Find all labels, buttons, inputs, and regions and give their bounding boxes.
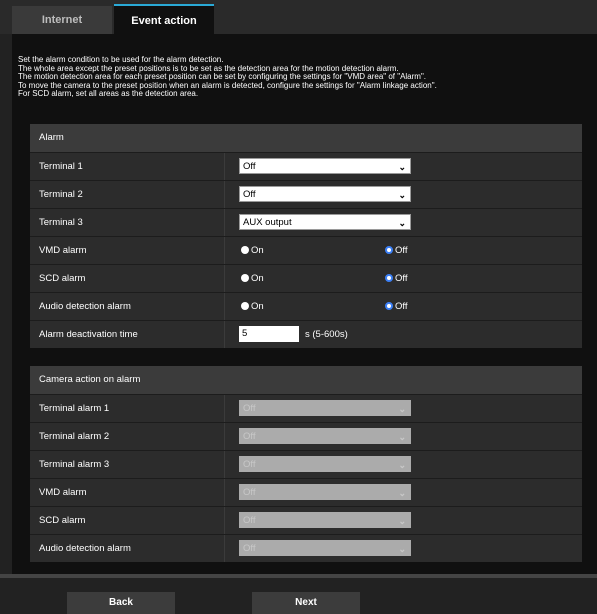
tab-event-action[interactable]: Event action <box>114 4 214 36</box>
chevron-down-icon: ⌄ <box>398 218 406 228</box>
deactivation-time-input[interactable]: 5 <box>239 326 299 342</box>
camera-audio-label: Audio detection alarm <box>30 535 224 562</box>
vmd-alarm-label: VMD alarm <box>30 237 224 264</box>
radio-checked-icon <box>385 274 393 282</box>
alarm-section: Alarm Terminal 1 Off ⌄ Terminal 2 Off ⌄ … <box>30 124 582 348</box>
terminal3-row: Terminal 3 AUX output ⌄ <box>30 209 582 237</box>
camera-action-section: Camera action on alarm Terminal alarm 1 … <box>30 366 582 562</box>
audio-alarm-row: Audio detection alarm On Off <box>30 293 582 321</box>
chevron-down-icon: ⌄ <box>398 516 406 526</box>
audio-alarm-on-radio[interactable]: On <box>241 301 264 313</box>
back-button[interactable]: Back <box>67 592 175 614</box>
alarm-section-title: Alarm <box>30 124 582 153</box>
camera-audio-select: Off ⌄ <box>239 540 411 556</box>
radio-label: On <box>251 273 264 284</box>
radio-label: Off <box>395 245 408 256</box>
terminal-alarm2-select: Off ⌄ <box>239 428 411 444</box>
terminal-alarm2-row: Terminal alarm 2 Off ⌄ <box>30 423 582 451</box>
intro-line: For SCD alarm, set all areas as the dete… <box>18 89 199 99</box>
scd-alarm-row: SCD alarm On Off <box>30 265 582 293</box>
terminal2-label: Terminal 2 <box>30 181 224 208</box>
camera-scd-row: SCD alarm Off ⌄ <box>30 507 582 535</box>
tab-internet[interactable]: Internet <box>12 6 112 34</box>
terminal-alarm3-row: Terminal alarm 3 Off ⌄ <box>30 451 582 479</box>
radio-label: Off <box>395 273 408 284</box>
chevron-down-icon: ⌄ <box>398 544 406 554</box>
chevron-down-icon: ⌄ <box>398 162 406 172</box>
intro-text: Set the alarm condition to be used for t… <box>18 55 588 99</box>
camera-scd-label: SCD alarm <box>30 507 224 534</box>
camera-scd-select: Off ⌄ <box>239 512 411 528</box>
terminal1-select[interactable]: Off ⌄ <box>239 158 411 174</box>
radio-label: On <box>251 301 264 312</box>
terminal-alarm3-select: Off ⌄ <box>239 456 411 472</box>
chevron-down-icon: ⌄ <box>398 404 406 414</box>
select-value: Off <box>243 515 256 526</box>
radio-label: Off <box>395 301 408 312</box>
select-value: Off <box>243 543 256 554</box>
chevron-down-icon: ⌄ <box>398 488 406 498</box>
terminal-alarm2-label: Terminal alarm 2 <box>30 423 224 450</box>
terminal-alarm3-label: Terminal alarm 3 <box>30 451 224 478</box>
radio-label: On <box>251 245 264 256</box>
select-value: Off <box>243 459 256 470</box>
audio-alarm-off-radio[interactable]: Off <box>385 301 408 313</box>
camera-action-section-title: Camera action on alarm <box>30 366 582 395</box>
vmd-alarm-on-radio[interactable]: On <box>241 245 264 257</box>
terminal2-row: Terminal 2 Off ⌄ <box>30 181 582 209</box>
terminal1-row: Terminal 1 Off ⌄ <box>30 153 582 181</box>
vmd-alarm-row: VMD alarm On Off <box>30 237 582 265</box>
deactivation-unit: s (5-600s) <box>305 329 348 340</box>
select-value: Off <box>243 487 256 498</box>
terminal1-select-value: Off <box>243 161 256 172</box>
terminal-alarm1-select: Off ⌄ <box>239 400 411 416</box>
terminal3-select[interactable]: AUX output ⌄ <box>239 214 411 230</box>
terminal3-label: Terminal 3 <box>30 209 224 236</box>
deactivation-row: Alarm deactivation time 5 s (5-600s) <box>30 321 582 348</box>
vmd-alarm-off-radio[interactable]: Off <box>385 245 408 257</box>
deactivation-label: Alarm deactivation time <box>30 321 224 348</box>
camera-vmd-label: VMD alarm <box>30 479 224 506</box>
camera-vmd-select: Off ⌄ <box>239 484 411 500</box>
scd-alarm-off-radio[interactable]: Off <box>385 273 408 285</box>
chevron-down-icon: ⌄ <box>398 432 406 442</box>
audio-alarm-label: Audio detection alarm <box>30 293 224 320</box>
camera-audio-row: Audio detection alarm Off ⌄ <box>30 535 582 562</box>
scd-alarm-on-radio[interactable]: On <box>241 273 264 285</box>
select-value: Off <box>243 403 256 414</box>
terminal3-select-value: AUX output <box>243 217 292 228</box>
scd-alarm-label: SCD alarm <box>30 265 224 292</box>
chevron-down-icon: ⌄ <box>398 190 406 200</box>
chevron-down-icon: ⌄ <box>398 460 406 470</box>
radio-unchecked-icon <box>241 246 249 254</box>
footer-divider <box>0 574 597 578</box>
terminal-alarm1-row: Terminal alarm 1 Off ⌄ <box>30 395 582 423</box>
terminal-alarm1-label: Terminal alarm 1 <box>30 395 224 422</box>
radio-unchecked-icon <box>241 274 249 282</box>
radio-unchecked-icon <box>241 302 249 310</box>
next-button[interactable]: Next <box>252 592 360 614</box>
camera-vmd-row: VMD alarm Off ⌄ <box>30 479 582 507</box>
radio-checked-icon <box>385 302 393 310</box>
terminal2-select-value: Off <box>243 189 256 200</box>
tab-bar: Internet Event action <box>0 0 597 36</box>
terminal2-select[interactable]: Off ⌄ <box>239 186 411 202</box>
terminal1-label: Terminal 1 <box>30 153 224 180</box>
select-value: Off <box>243 431 256 442</box>
radio-checked-icon <box>385 246 393 254</box>
